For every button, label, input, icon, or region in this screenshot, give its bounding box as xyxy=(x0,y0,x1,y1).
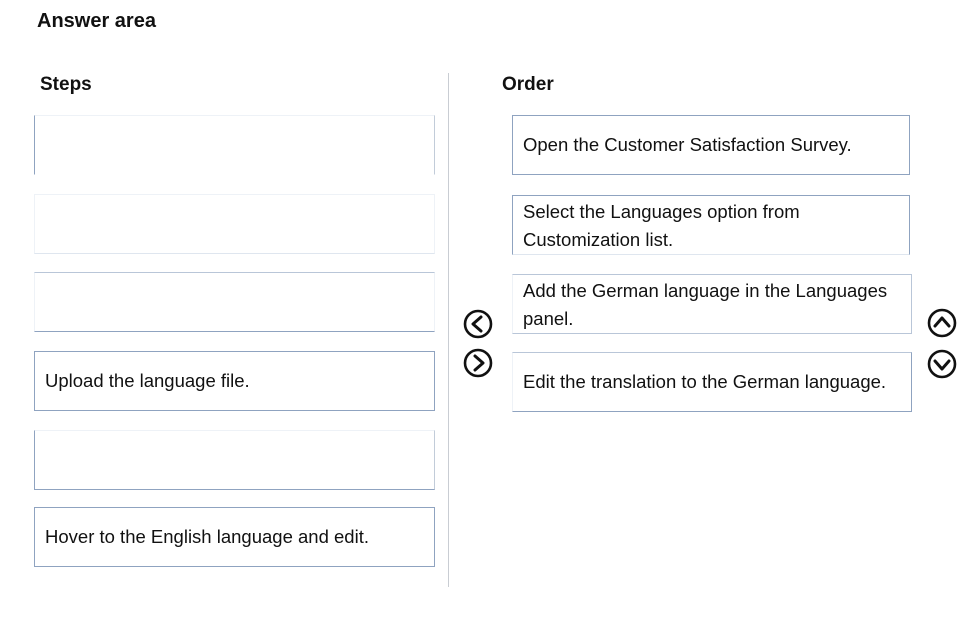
step-slot-text: Hover to the English language and edit. xyxy=(45,526,369,547)
step-slot-4[interactable]: Upload the language file. xyxy=(34,351,435,411)
step-slot-6[interactable]: Hover to the English language and edit. xyxy=(34,507,435,567)
move-right-button[interactable] xyxy=(463,348,493,378)
move-up-button[interactable] xyxy=(927,308,957,338)
order-header: Order xyxy=(502,74,554,95)
order-item-text: Select the Languages option from Customi… xyxy=(523,201,800,250)
step-slot-1[interactable] xyxy=(34,115,435,175)
step-slot-text: Upload the language file. xyxy=(45,370,250,391)
answer-area-title: Answer area xyxy=(37,10,156,32)
order-item-2[interactable]: Select the Languages option from Customi… xyxy=(512,195,910,255)
order-item-1[interactable]: Open the Customer Satisfaction Survey. xyxy=(512,115,910,175)
order-item-4[interactable]: Edit the translation to the German langu… xyxy=(512,352,912,412)
order-item-3[interactable]: Add the German language in the Languages… xyxy=(512,274,912,334)
move-up-icon xyxy=(927,308,957,338)
move-left-icon xyxy=(463,309,493,339)
move-right-icon xyxy=(463,348,493,378)
order-item-text: Open the Customer Satisfaction Survey. xyxy=(523,134,852,155)
move-left-button[interactable] xyxy=(463,309,493,339)
column-divider xyxy=(448,73,449,587)
step-slot-5[interactable] xyxy=(34,430,435,490)
steps-header: Steps xyxy=(40,74,92,95)
move-down-icon xyxy=(927,349,957,379)
step-slot-2[interactable] xyxy=(34,194,435,254)
order-item-text: Edit the translation to the German langu… xyxy=(523,371,887,392)
order-item-text: Add the German language in the Languages… xyxy=(523,280,888,329)
step-slot-3[interactable] xyxy=(34,272,435,332)
move-down-button[interactable] xyxy=(927,349,957,379)
